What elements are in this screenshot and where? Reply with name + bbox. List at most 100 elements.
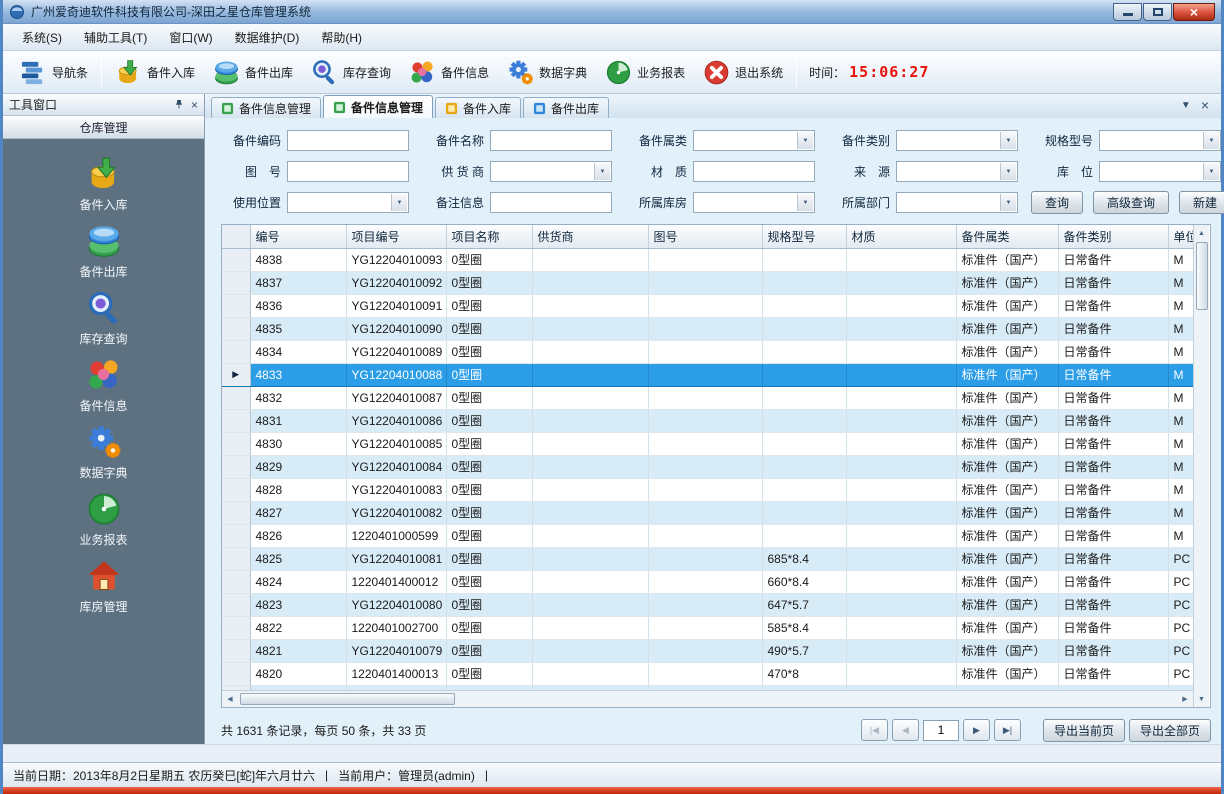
grid-cell[interactable]: 日常备件 [1058,294,1168,317]
sidebar-item-warehouse-mgmt[interactable]: 库房管理 [3,553,204,620]
spec-model-select[interactable]: ▼ [1099,130,1221,151]
grid-cell[interactable]: 1220401000599 [346,524,446,547]
grid-cell[interactable] [532,524,648,547]
grid-cell[interactable] [762,248,846,271]
grid-cell[interactable]: 4830 [250,432,346,455]
grid-cell[interactable] [762,478,846,501]
sidebar-item-parts-inbound[interactable]: 备件入库 [3,151,204,218]
grid-cell[interactable]: 647*5.7 [762,593,846,616]
exit-system-button[interactable]: 退出系统 [694,54,792,90]
grid-cell[interactable]: YG12204010084 [346,455,446,478]
grid-cell[interactable] [532,248,648,271]
grid-cell[interactable] [846,386,956,409]
grid-cell[interactable] [846,662,956,685]
grid-cell[interactable]: 日常备件 [1058,478,1168,501]
grid-cell[interactable]: 日常备件 [1058,547,1168,570]
parts-inbound-button[interactable]: 备件入库 [106,54,204,90]
row-indicator[interactable] [222,317,250,340]
grid-cell[interactable]: 日常备件 [1058,524,1168,547]
sidebar-item-parts-outbound[interactable]: 备件出库 [3,218,204,285]
grid-cell[interactable] [648,271,762,294]
grid-cell[interactable] [648,478,762,501]
row-indicator[interactable] [222,386,250,409]
grid-cell[interactable]: 标准件（国产） [956,501,1058,524]
grid-cell[interactable] [532,662,648,685]
grid-cell[interactable]: PC [1168,547,1193,570]
tab-close-icon[interactable]: × [1201,98,1209,112]
grid-cell[interactable] [762,386,846,409]
grid-cell[interactable]: 4832 [250,386,346,409]
grid-cell[interactable] [846,639,956,662]
grid-cell[interactable]: YG12204010092 [346,271,446,294]
part-category-select[interactable]: ▼ [693,130,815,151]
grid-cell[interactable] [532,455,648,478]
grid-cell[interactable]: M [1168,386,1193,409]
grid-cell[interactable] [532,570,648,593]
grid-cell[interactable]: M [1168,432,1193,455]
grid-cell[interactable]: 标准件（国产） [956,524,1058,547]
grid-cell[interactable] [532,593,648,616]
grid-cell[interactable] [532,501,648,524]
parts-info-button[interactable]: 备件信息 [400,54,498,90]
grid-header-type[interactable]: 备件类别 [1058,225,1168,248]
grid-cell[interactable]: 日常备件 [1058,570,1168,593]
grid-cell[interactable]: 标准件（国产） [956,409,1058,432]
data-dictionary-button[interactable]: 数据字典 [498,54,596,90]
warehouse-select[interactable]: ▼ [693,192,815,213]
grid-cell[interactable]: 标准件（国产） [956,248,1058,271]
grid-cell[interactable]: 标准件（国产） [956,547,1058,570]
grid-cell[interactable]: M [1168,409,1193,432]
grid-cell[interactable] [648,432,762,455]
grid-cell[interactable]: 标准件（国产） [956,455,1058,478]
grid-cell[interactable] [846,547,956,570]
grid-cell[interactable] [846,593,956,616]
grid-cell[interactable] [846,317,956,340]
grid-cell[interactable]: YG12204010088 [346,363,446,386]
business-report-button[interactable]: 业务报表 [596,54,694,90]
sidebar-section-warehouse-mgmt[interactable]: 仓库管理 [3,116,204,139]
usage-position-select[interactable]: ▼ [287,192,409,213]
grid-cell[interactable]: M [1168,363,1193,386]
grid-cell[interactable]: 4824 [250,570,346,593]
storage-location-select[interactable]: ▼ [1099,161,1221,182]
grid-cell[interactable]: 0型圈 [446,593,532,616]
first-page-button[interactable]: |◀ [861,719,888,741]
grid-cell[interactable] [648,294,762,317]
table-row[interactable]: 4831YG122040100860型圈标准件（国产）日常备件M [222,409,1193,432]
grid-cell[interactable] [846,570,956,593]
row-indicator[interactable] [222,478,250,501]
grid-cell[interactable]: 0型圈 [446,524,532,547]
grid-cell[interactable]: 标准件（国产） [956,271,1058,294]
grid-cell[interactable]: 4829 [250,455,346,478]
grid-cell[interactable] [532,386,648,409]
grid-cell[interactable]: 日常备件 [1058,662,1168,685]
grid-cell[interactable]: 685*8.4 [762,547,846,570]
grid-cell[interactable]: 660*8.4 [762,570,846,593]
grid-cell[interactable]: 日常备件 [1058,248,1168,271]
grid-cell[interactable]: 标准件（国产） [956,616,1058,639]
next-page-button[interactable]: ▶ [963,719,990,741]
grid-cell[interactable]: 标准件（国产） [956,294,1058,317]
grid-cell[interactable]: 日常备件 [1058,616,1168,639]
grid-cell[interactable]: 日常备件 [1058,409,1168,432]
grid-cell[interactable]: 日常备件 [1058,386,1168,409]
prev-page-button[interactable]: ◀ [892,719,919,741]
grid-cell[interactable] [762,524,846,547]
grid-cell[interactable] [532,363,648,386]
grid-cell[interactable]: 4820 [250,662,346,685]
scroll-up-icon[interactable]: ▲ [1194,225,1210,241]
table-row[interactable]: 4828YG122040100830型圈标准件（国产）日常备件M [222,478,1193,501]
grid-cell[interactable] [648,455,762,478]
grid-cell[interactable]: 日常备件 [1058,455,1168,478]
grid-cell[interactable]: 470*8 [762,662,846,685]
grid-cell[interactable]: PC [1168,639,1193,662]
grid-cell[interactable]: 4834 [250,340,346,363]
grid-cell[interactable] [532,478,648,501]
grid-cell[interactable]: YG12204010089 [346,340,446,363]
horizontal-scroll-thumb[interactable] [240,693,455,705]
grid-cell[interactable]: 0型圈 [446,409,532,432]
row-indicator[interactable]: ▶ [222,363,250,386]
grid-cell[interactable]: 4836 [250,294,346,317]
source-select[interactable]: ▼ [896,161,1018,182]
grid-header-unit[interactable]: 单位 [1168,225,1193,248]
